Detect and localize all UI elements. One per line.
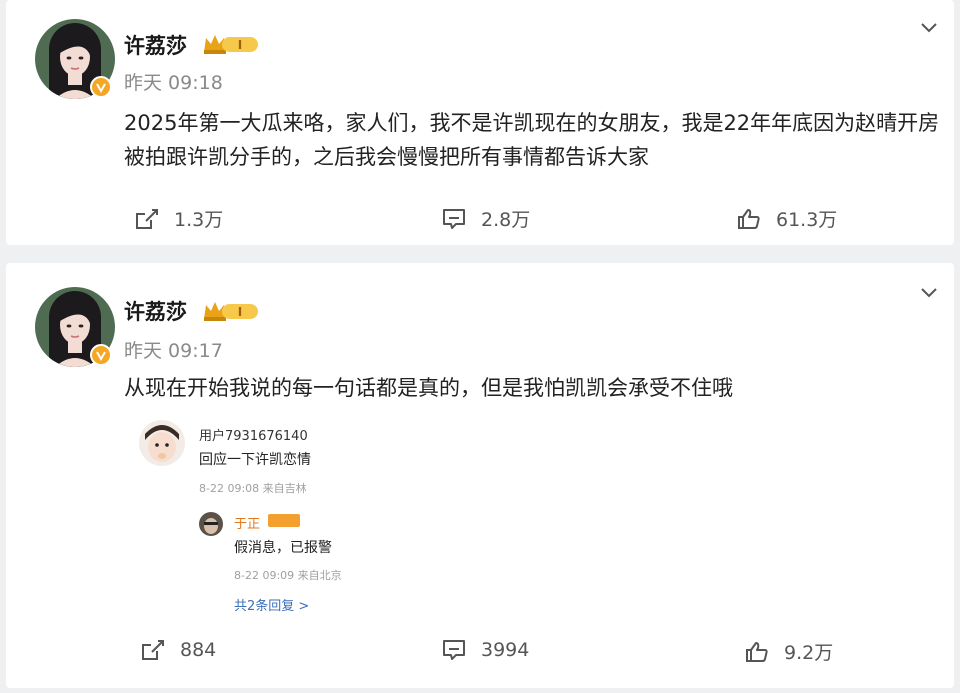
post-time: 昨天 09:18 — [124, 72, 223, 94]
svg-text:I: I — [238, 38, 242, 52]
post-text: 2025年第一大瓜来咯，家人们，我不是许凯现在的女朋友，我是22年年底因为赵晴开… — [124, 111, 940, 169]
crown-level-icon[interactable]: I — [202, 299, 260, 323]
comment-icon — [443, 640, 465, 660]
reply-badge-icon — [268, 514, 300, 527]
share-button[interactable]: 1.3万 — [134, 205, 223, 232]
share-count: 1.3万 — [174, 209, 224, 231]
like-count: 61.3万 — [776, 209, 838, 231]
username[interactable]: 许荔莎 — [124, 30, 187, 60]
chevron-down-icon[interactable] — [918, 20, 940, 36]
weibo-post-card: 许荔莎 I 昨天 09:18 2025年第一大瓜来咯，家人们，我不是许凯现在的女… — [6, 0, 954, 245]
username[interactable]: 许荔莎 — [124, 296, 187, 326]
share-icon — [136, 208, 158, 229]
comment-button[interactable]: 2.8万 — [441, 205, 530, 232]
comment-text: 回应一下许凯恋情 — [199, 452, 311, 468]
verified-v-icon — [90, 344, 112, 366]
reply-text: 假消息，已报警 — [234, 540, 332, 556]
share-icon — [142, 640, 164, 660]
reply-username: 于正 — [234, 517, 261, 532]
svg-text:I: I — [238, 305, 242, 319]
comment-count: 2.8万 — [481, 209, 531, 231]
like-button[interactable]: 9.2万 — [744, 638, 833, 665]
verified-v-icon — [90, 76, 112, 98]
comment-username: 用户7931676140 — [199, 429, 308, 444]
reply-avatar — [199, 512, 223, 536]
comment-button[interactable]: 3994 — [441, 638, 529, 662]
comment-avatar — [139, 420, 185, 466]
like-count: 9.2万 — [784, 642, 834, 664]
crown-level-icon[interactable]: I — [202, 32, 260, 56]
comment-count: 3994 — [481, 639, 530, 661]
more-replies-link[interactable]: 共2条回复 > — [234, 595, 309, 614]
weibo-post-card: 许荔莎 I 昨天 09:17 从现在开始我说的每一句话都是真的，但是我怕凯凯会承… — [6, 263, 954, 688]
post-time: 昨天 09:17 — [124, 340, 223, 362]
thumbs-up-icon — [746, 641, 768, 662]
chevron-down-icon[interactable] — [918, 285, 940, 301]
post-text: 从现在开始我说的每一句话都是真的，但是我怕凯凯会承受不住哦 — [124, 376, 733, 400]
share-count: 884 — [180, 639, 217, 661]
share-button[interactable]: 884 — [140, 638, 216, 662]
comment-meta: 8-22 09:08 来自吉林 — [199, 482, 307, 495]
reply-meta: 8-22 09:09 来自北京 — [234, 569, 342, 582]
thumbs-up-icon — [738, 208, 760, 229]
comment-icon — [443, 208, 465, 229]
like-button[interactable]: 61.3万 — [736, 205, 837, 232]
